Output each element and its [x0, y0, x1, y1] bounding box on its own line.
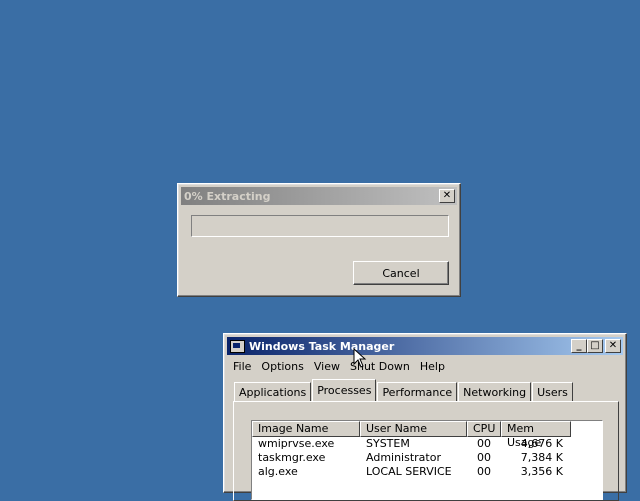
table-row[interactable]: wmiprvse.exe SYSTEM 00 4,676 K [252, 437, 602, 451]
process-mem: 7,384 K [520, 451, 563, 464]
process-mem: 3,356 K [520, 465, 563, 478]
extract-dialog-title: 0% Extracting [184, 189, 271, 203]
process-user: SYSTEM [366, 437, 410, 450]
process-user: LOCAL SERVICE [366, 465, 452, 478]
mouse-pointer-icon [353, 348, 367, 368]
task-manager-window: Windows Task Manager _ □ ✕ File Options … [223, 333, 627, 501]
tab-users[interactable]: Users [532, 382, 573, 401]
process-user: Administrator [366, 451, 441, 464]
process-image: wmiprvse.exe [258, 437, 335, 450]
close-icon: ✕ [608, 340, 618, 351]
process-mem: 4,676 K [520, 437, 563, 450]
tab-applications[interactable]: Applications [234, 382, 312, 401]
column-header-cpu[interactable]: CPU [467, 421, 501, 437]
process-cpu: 00 [477, 465, 491, 478]
process-image: taskmgr.exe [258, 451, 326, 464]
close-icon: ✕ [442, 190, 452, 201]
extract-dialog-titlebar[interactable]: 0% Extracting ✕ [181, 187, 457, 205]
task-manager-title: Windows Task Manager [249, 339, 395, 353]
process-cpu: 00 [477, 437, 491, 450]
menu-options[interactable]: Options [256, 360, 308, 373]
table-row[interactable]: taskmgr.exe Administrator 00 7,384 K [252, 451, 602, 465]
column-header-user-name[interactable]: User Name [360, 421, 467, 437]
menu-help[interactable]: Help [415, 360, 450, 373]
cancel-button[interactable]: Cancel [353, 261, 449, 285]
task-manager-titlebar[interactable]: Windows Task Manager _ □ ✕ [227, 337, 623, 355]
extract-progress-bar [191, 215, 449, 237]
tab-networking[interactable]: Networking [458, 382, 532, 401]
maximize-button[interactable]: □ [587, 339, 603, 353]
tab-strip: Applications Processes Performance Netwo… [234, 379, 574, 401]
menu-view[interactable]: View [309, 360, 345, 373]
column-header-image-name[interactable]: Image Name [252, 421, 360, 437]
minimize-button[interactable]: _ [571, 339, 587, 353]
process-cpu: 00 [477, 451, 491, 464]
task-manager-icon [230, 339, 245, 353]
column-header-mem-usage[interactable]: Mem Usage [501, 421, 571, 449]
process-image: alg.exe [258, 465, 298, 478]
close-button[interactable]: ✕ [439, 189, 455, 203]
process-list-header: Image Name User Name CPU Mem Usage [252, 421, 602, 449]
process-list[interactable]: Image Name User Name CPU Mem Usage wmipr… [251, 420, 603, 500]
extract-dialog: 0% Extracting ✕ Cancel [177, 183, 461, 297]
menu-file[interactable]: File [228, 360, 256, 373]
tab-processes[interactable]: Processes [312, 379, 377, 401]
close-button[interactable]: ✕ [605, 339, 621, 353]
menu-bar: File Options View Shut Down Help [228, 357, 450, 375]
minimize-icon: _ [576, 340, 582, 351]
table-row[interactable]: alg.exe LOCAL SERVICE 00 3,356 K [252, 465, 602, 479]
maximize-icon: □ [590, 340, 600, 351]
tab-performance[interactable]: Performance [377, 382, 458, 401]
